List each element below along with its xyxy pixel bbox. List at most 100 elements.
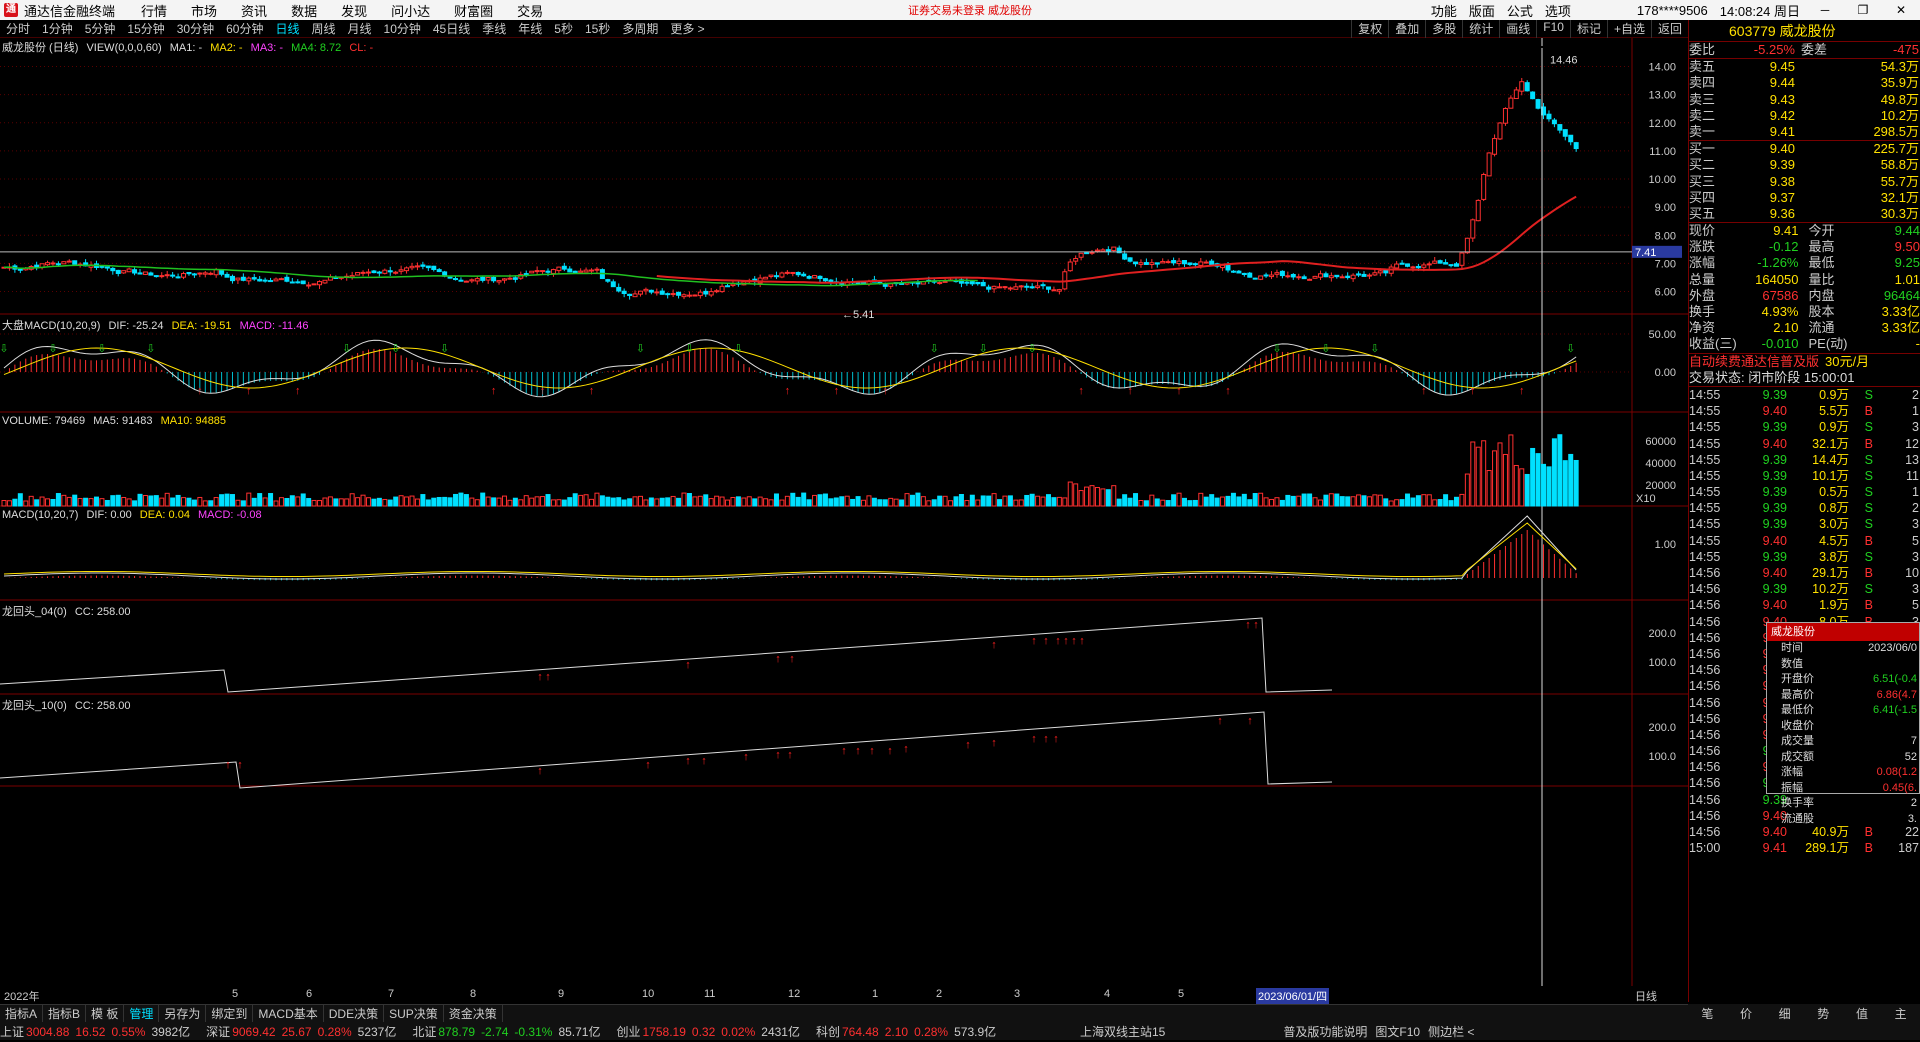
index-2[interactable]: 北证 878.79 -2.74 -0.31% 85.71亿 <box>412 1023 608 1041</box>
indicator-tab-7[interactable]: DDE决策 <box>324 1005 385 1022</box>
indicator-tab-4[interactable]: 另存为 <box>159 1005 207 1022</box>
bid-row-2[interactable]: 买三 9.38 55.7万 <box>1689 174 1920 190</box>
bid-row-3[interactable]: 买四 9.37 32.1万 <box>1689 190 1920 206</box>
tool-button-1[interactable]: 叠加 <box>1388 20 1425 38</box>
ask-row-4[interactable]: 卖一 9.41 298.5万 <box>1689 124 1920 140</box>
period-tab-2[interactable]: 5分钟 <box>79 20 122 37</box>
tool-button-7[interactable]: +自选 <box>1606 20 1651 38</box>
view-indicator[interactable]: VIEW(0,0,0,60) <box>86 42 161 54</box>
menu-item-3[interactable]: 数据 <box>291 1 317 20</box>
right-tab-5[interactable]: 主 <box>1895 1005 1907 1022</box>
ask-row-2[interactable]: 卖三 9.43 49.8万 <box>1689 92 1920 108</box>
period-tab-0[interactable]: 分时 <box>0 20 36 37</box>
volume-bar <box>567 497 573 507</box>
period-tab-1[interactable]: 1分钟 <box>36 20 79 37</box>
period-tab-14[interactable]: 15秒 <box>579 20 616 37</box>
volume-bar <box>1426 494 1432 507</box>
tick-row-1: 14:55 9.40 5.5万 B 1 <box>1689 403 1920 419</box>
indicator-tab-1[interactable]: 指标B <box>43 1005 87 1022</box>
tool-button-8[interactable]: 返回 <box>1650 20 1688 38</box>
server-label[interactable]: 上海双线主站15 <box>1080 1023 1165 1041</box>
login-notice[interactable]: 证券交易未登录 威龙股份 <box>908 2 1032 18</box>
right-tab-4[interactable]: 值 <box>1856 1005 1868 1022</box>
bid-row-1[interactable]: 买二 9.39 58.8万 <box>1689 157 1920 173</box>
macd2-title[interactable]: MACD(10,20,7) <box>2 509 78 521</box>
tool-button-4[interactable]: 画线 <box>1499 20 1536 38</box>
tool-button-0[interactable]: 复权 <box>1351 20 1388 38</box>
bid-row-0[interactable]: 买一 9.40 225.7万 <box>1689 141 1920 157</box>
right-menu-item-0[interactable]: 功能 <box>1431 1 1457 20</box>
indicator-tab-8[interactable]: SUP决策 <box>384 1005 444 1022</box>
right-menu-item-1[interactable]: 版面 <box>1469 1 1495 20</box>
volume-bar <box>1100 488 1106 507</box>
index-4[interactable]: 科创 764.48 2.10 0.28% 573.9亿 <box>816 1023 1004 1041</box>
period-tab-16[interactable]: 更多 > <box>664 20 710 37</box>
right-menu-item-3[interactable]: 选项 <box>1545 1 1571 20</box>
lht10-title[interactable]: 龙回头_10(0) <box>2 700 67 712</box>
ask-row-1[interactable]: 卖四 9.44 35.9万 <box>1689 75 1920 91</box>
right-menu-item-2[interactable]: 公式 <box>1507 1 1533 20</box>
macd1-title[interactable]: 大盘MACD(10,20,9) <box>2 320 100 332</box>
menu-item-5[interactable]: 问小达 <box>391 1 430 20</box>
period-tab-5[interactable]: 60分钟 <box>220 20 269 37</box>
menu-item-7[interactable]: 交易 <box>517 1 543 20</box>
right-tab-3[interactable]: 势 <box>1817 1005 1829 1022</box>
index-0[interactable]: 上证 3004.88 16.52 0.55% 3982亿 <box>0 1023 198 1041</box>
bid-volume: 225.7万 <box>1873 141 1919 157</box>
indicator-tab-9[interactable]: 资金决策 <box>444 1005 503 1022</box>
period-tab-4[interactable]: 30分钟 <box>171 20 220 37</box>
period-tab-13[interactable]: 5秒 <box>548 20 579 37</box>
promo-text[interactable]: 自动续费通达信普及版 <box>1689 354 1819 370</box>
period-tab-11[interactable]: 季线 <box>476 20 512 37</box>
indicator-tab-3[interactable]: 管理 <box>124 1005 160 1022</box>
menu-item-1[interactable]: 市场 <box>191 1 217 20</box>
period-tab-6[interactable]: 日线 <box>269 20 305 37</box>
bid-price: 9.36 <box>1769 205 1795 221</box>
period-tab-15[interactable]: 多周期 <box>616 20 664 37</box>
lht4-title[interactable]: 龙回头_04(0) <box>2 606 67 618</box>
tool-button-5[interactable]: F10 <box>1536 20 1570 38</box>
minimize-icon[interactable]: ─ <box>1812 3 1838 17</box>
indicator-tab-5[interactable]: 绑定到 <box>206 1005 254 1022</box>
account-label[interactable]: 178****9506 <box>1637 3 1708 18</box>
candle-body <box>142 271 148 275</box>
right-tab-1[interactable]: 价 <box>1740 1005 1752 1022</box>
tool-button-6[interactable]: 标记 <box>1569 20 1607 38</box>
period-tab-7[interactable]: 周线 <box>305 20 341 37</box>
menu-item-2[interactable]: 资讯 <box>241 1 267 20</box>
period-tab-3[interactable]: 15分钟 <box>121 20 170 37</box>
period-tab-8[interactable]: 月线 <box>342 20 378 37</box>
ask-row-0[interactable]: 卖五 9.45 54.3万 <box>1689 59 1920 75</box>
index-1[interactable]: 深证 9069.42 25.67 0.28% 5237亿 <box>206 1023 404 1041</box>
indicator-tab-2[interactable]: 模 板 <box>86 1005 125 1022</box>
indicator-tab-6[interactable]: MACD基本 <box>253 1005 324 1022</box>
footer-link-2[interactable]: 侧边栏 < <box>1428 1023 1474 1041</box>
indicator-tab-0[interactable]: 指标A <box>0 1005 44 1022</box>
tick-time: 14:56 <box>1689 825 1721 839</box>
period-tab-12[interactable]: 年线 <box>512 20 548 37</box>
bid-row-4[interactable]: 买五 9.36 30.3万 <box>1689 206 1920 222</box>
weibi-label: 委比 <box>1689 42 1716 57</box>
period-tab-9[interactable]: 10分钟 <box>378 20 427 37</box>
volume-bar <box>12 498 18 507</box>
footer-link-0[interactable]: 普及版功能说明 <box>1283 1023 1367 1041</box>
footer-link-1[interactable]: 图文F10 <box>1375 1023 1420 1041</box>
vol-title[interactable]: VOLUME: 79469 <box>2 415 85 427</box>
index-3[interactable]: 创业 1758.19 0.32 0.02% 2431亿 <box>616 1023 808 1041</box>
right-tab-0[interactable]: 笔 <box>1701 1005 1713 1022</box>
tool-button-2[interactable]: 多股 <box>1425 20 1462 38</box>
promo-row[interactable]: 自动续费通达信普及版 30元/月 <box>1689 353 1920 370</box>
tooltip-value: 7 <box>1910 735 1917 747</box>
ask-row-3[interactable]: 卖二 9.42 10.2万 <box>1689 108 1920 124</box>
restore-icon[interactable]: ❐ <box>1850 3 1876 17</box>
tool-button-3[interactable]: 统计 <box>1462 20 1499 38</box>
menu-item-0[interactable]: 行情 <box>141 1 167 20</box>
menu-item-4[interactable]: 发现 <box>341 1 367 20</box>
close-icon[interactable]: ✕ <box>1888 3 1914 17</box>
menu-item-6[interactable]: 财富圈 <box>454 1 493 20</box>
candle-body <box>790 271 796 274</box>
right-tab-2[interactable]: 细 <box>1779 1005 1791 1022</box>
stock-header[interactable]: 603779 威龙股份 <box>1689 20 1920 42</box>
candle-body <box>50 262 56 265</box>
period-tab-10[interactable]: 45日线 <box>427 20 476 37</box>
